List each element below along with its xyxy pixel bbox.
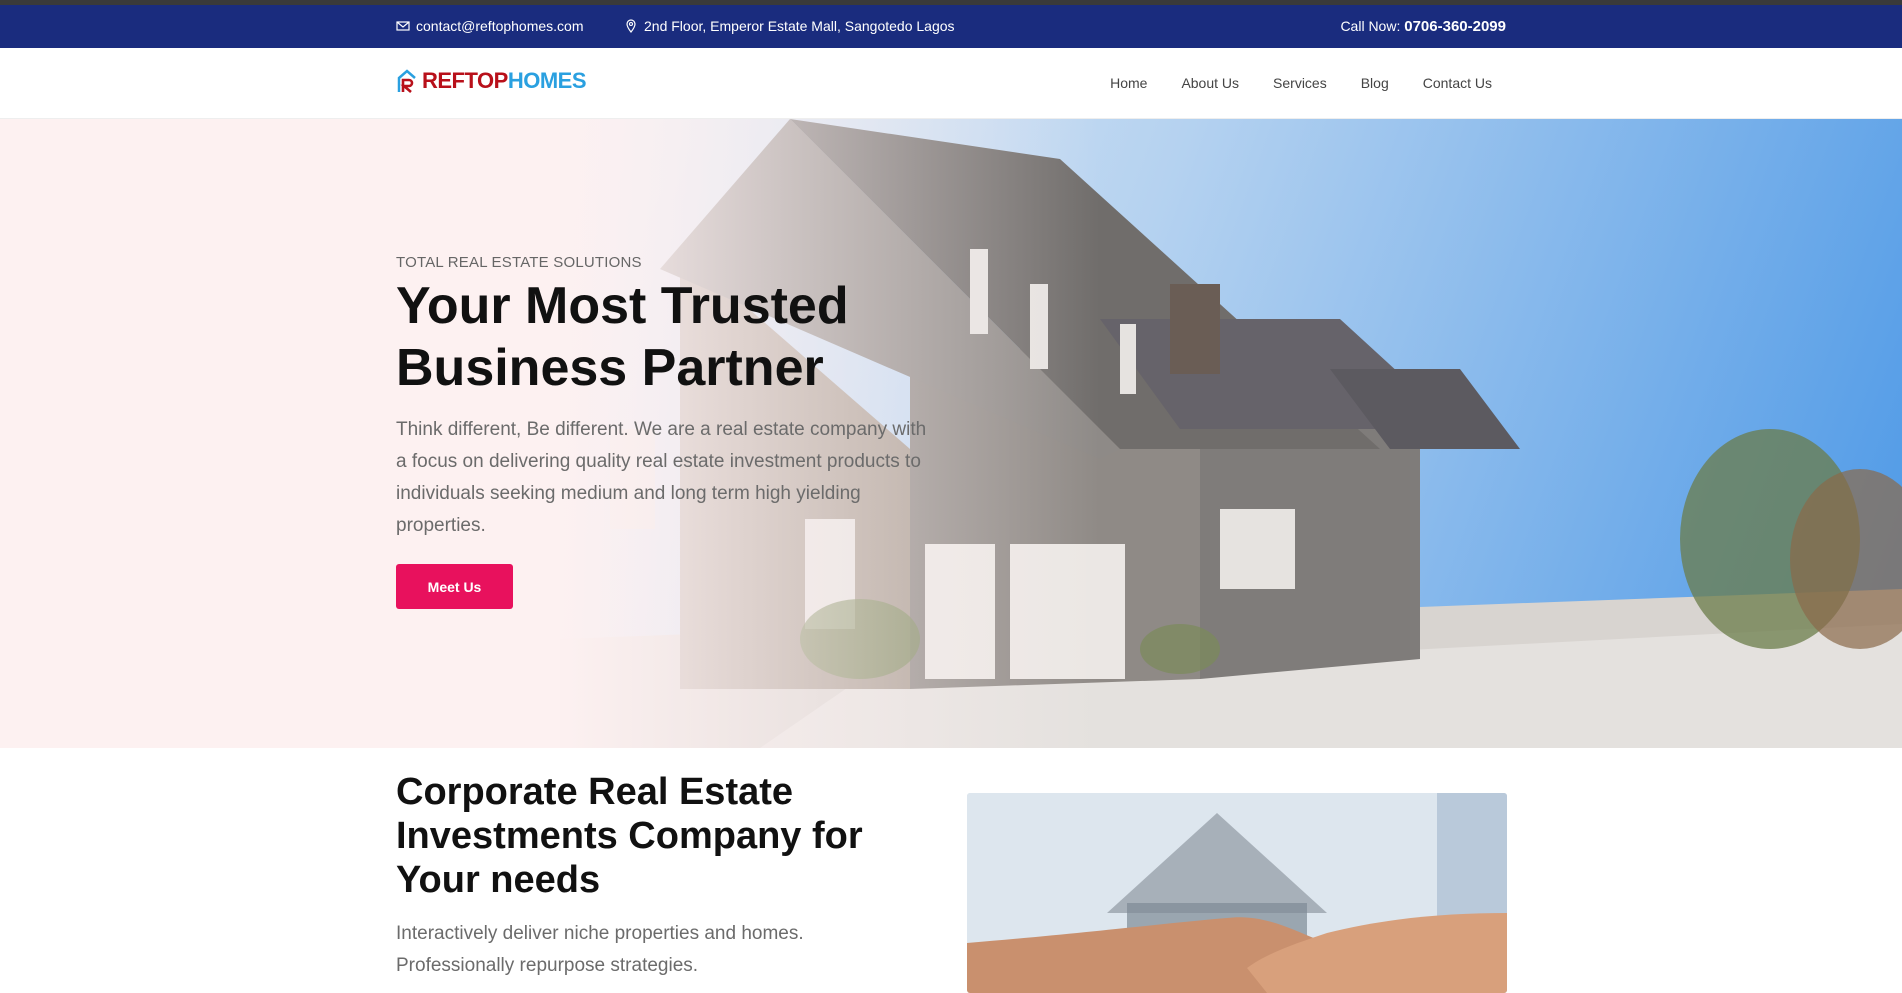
meet-us-button[interactable]: Meet Us [396, 564, 513, 609]
nav-services[interactable]: Services [1273, 75, 1327, 91]
handshake-image [967, 793, 1507, 993]
site-logo[interactable]: REFTOP HOMES [396, 68, 587, 94]
hero-title: Your Most Trusted Business Partner [396, 277, 849, 397]
section-title: Corporate Real Estate Investments Compan… [396, 771, 863, 901]
nav-blog[interactable]: Blog [1361, 75, 1389, 91]
topbar-email[interactable]: contact@reftophomes.com [396, 18, 584, 34]
envelope-icon [396, 21, 410, 31]
address-text: 2nd Floor, Emperor Estate Mall, Sangoted… [644, 18, 955, 34]
email-text[interactable]: contact@reftophomes.com [416, 18, 584, 34]
hero-description: Think different, Be different. We are a … [396, 419, 927, 536]
main-nav: Home About Us Services Blog Contact Us [1110, 75, 1492, 91]
map-pin-icon [626, 19, 636, 33]
handshake-illustration [967, 793, 1507, 993]
call-label: Call Now: [1340, 18, 1401, 34]
nav-about-us[interactable]: About Us [1181, 75, 1239, 91]
site-header: REFTOP HOMES Home About Us Services Blog … [0, 48, 1902, 119]
phone-number[interactable]: 0706-360-2099 [1404, 18, 1506, 35]
nav-contact-us[interactable]: Contact Us [1423, 75, 1492, 91]
topbar-call[interactable]: Call Now: 0706-360-2099 [1340, 18, 1506, 35]
logo-mark-icon [397, 69, 416, 93]
logo-part-1: REFTOP [422, 68, 508, 93]
logo-part-2: HOMES [507, 68, 587, 93]
about-section: Corporate Real Estate Investments Compan… [0, 748, 1902, 993]
topbar-address: 2nd Floor, Emperor Estate Mall, Sangoted… [624, 18, 955, 34]
section-description: Interactively deliver niche properties a… [396, 923, 804, 976]
top-contact-bar: contact@reftophomes.com 2nd Floor, Emper… [0, 5, 1902, 48]
nav-home[interactable]: Home [1110, 75, 1147, 91]
hero-section: TOTAL REAL ESTATE SOLUTIONS Your Most Tr… [0, 119, 1902, 748]
hero-eyebrow: TOTAL REAL ESTATE SOLUTIONS [396, 254, 642, 271]
